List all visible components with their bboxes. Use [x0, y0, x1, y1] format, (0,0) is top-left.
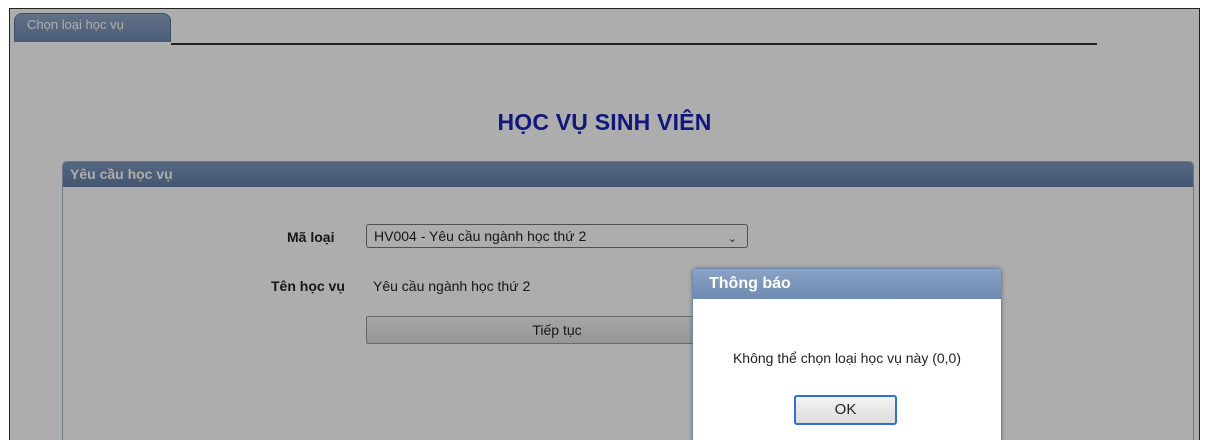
app-frame: Chọn loại học vụ HỌC VỤ SINH VIÊN Yêu cầ…: [9, 8, 1200, 440]
dialog-title: Thông báo: [693, 269, 1001, 299]
modal-overlay: [10, 9, 1199, 440]
dialog-message: Không thể chọn loại học vụ này (0,0): [732, 350, 962, 366]
notification-dialog: Thông báo Không thể chọn loại học vụ này…: [692, 268, 1002, 440]
ok-button[interactable]: OK: [794, 395, 897, 425]
